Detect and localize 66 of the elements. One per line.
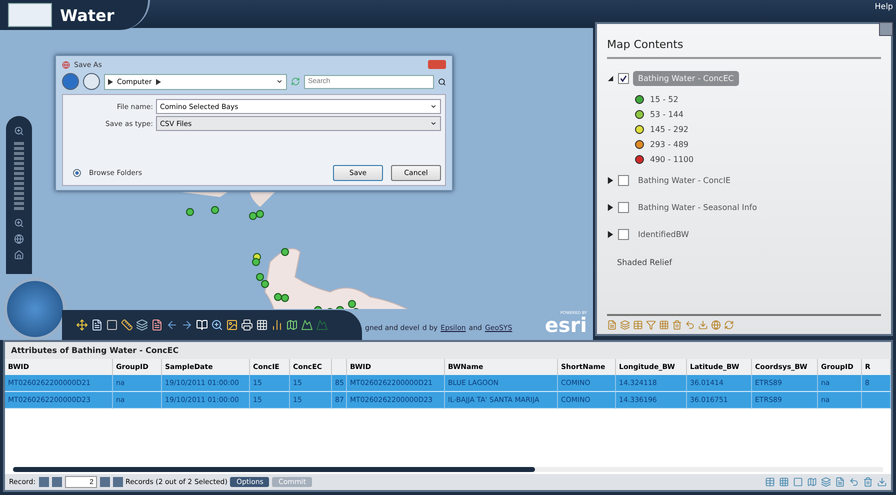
trash-icon[interactable]	[863, 477, 873, 487]
expand-arrow-icon[interactable]	[607, 75, 614, 82]
arrow-icon	[156, 78, 161, 84]
layer-item[interactable]: IdentifiedBW	[633, 227, 694, 242]
caret-icon[interactable]	[276, 78, 283, 85]
help-link[interactable]: Help	[872, 0, 896, 13]
book-icon[interactable]	[196, 319, 208, 331]
table-cell	[862, 392, 891, 409]
scrollbar-thumb[interactable]	[13, 467, 535, 472]
expand-arrow-icon[interactable]	[607, 231, 614, 238]
last-button[interactable]	[112, 477, 123, 487]
back-button[interactable]	[62, 73, 79, 90]
layers-icon[interactable]	[821, 477, 831, 487]
layer-checkbox[interactable]	[618, 175, 629, 186]
legend-label: 53 - 144	[650, 110, 684, 119]
layer-checkbox[interactable]	[618, 202, 629, 213]
filter-icon[interactable]	[646, 320, 656, 330]
page-icon[interactable]	[151, 319, 163, 331]
expand-arrow-icon[interactable]	[607, 204, 614, 211]
first-button[interactable]	[38, 477, 49, 487]
caret-icon[interactable]	[430, 103, 437, 110]
layer-checkbox[interactable]	[618, 73, 629, 84]
bar-chart-icon[interactable]	[271, 319, 283, 331]
trash-icon[interactable]	[672, 320, 682, 330]
table-icon[interactable]	[765, 477, 775, 487]
pan-icon[interactable]	[76, 319, 88, 331]
panel-toggle-button[interactable]	[879, 22, 893, 36]
square-icon[interactable]	[106, 319, 118, 331]
undo-icon[interactable]	[849, 477, 859, 487]
legend-label: 145 - 292	[650, 125, 689, 134]
table-icon[interactable]	[633, 320, 643, 330]
zoom-bar[interactable]	[6, 116, 32, 274]
forward-arrow-icon[interactable]	[181, 319, 193, 331]
forward-button[interactable]	[83, 73, 100, 90]
browser-icon	[62, 60, 70, 68]
layer-item[interactable]: Bathing Water - Seasonal Info	[633, 200, 762, 215]
refresh-icon[interactable]	[724, 320, 734, 330]
caret-icon[interactable]	[430, 120, 437, 127]
layers-icon[interactable]	[136, 319, 148, 331]
map-icon[interactable]	[286, 319, 298, 331]
back-arrow-icon[interactable]	[166, 319, 178, 331]
legend-label: 15 - 52	[650, 95, 678, 104]
layer-checkbox[interactable]	[618, 229, 629, 240]
download-icon[interactable]	[877, 477, 887, 487]
legend-label: 293 - 489	[650, 140, 689, 149]
basemap-label[interactable]: Shaded Relief	[617, 258, 672, 267]
arrow-icon	[108, 78, 113, 84]
previous-button[interactable]	[52, 477, 62, 487]
globe-icon[interactable]	[711, 320, 721, 330]
ruler-icon[interactable]	[121, 319, 133, 331]
app-title: Water	[60, 6, 114, 24]
expand-arrow-icon[interactable]	[607, 177, 614, 184]
radio-icon[interactable]	[73, 169, 81, 177]
panel-title: Map Contents	[607, 34, 881, 59]
app-logo	[8, 3, 52, 27]
picture-icon[interactable]	[226, 319, 238, 331]
undo-icon[interactable]	[685, 320, 695, 330]
next-button[interactable]	[100, 477, 110, 487]
table-title: Attributes of Bathing Water - ConcEC	[5, 342, 891, 359]
printer-icon[interactable]	[241, 319, 253, 331]
magnifier-icon[interactable]	[211, 319, 223, 331]
download-icon[interactable]	[698, 320, 708, 330]
search-icon	[438, 78, 446, 86]
mountain-icon[interactable]	[301, 319, 313, 331]
layer-item[interactable]: Bathing Water - ConcIE	[633, 173, 736, 188]
legend-label: 490 - 1100	[650, 155, 694, 164]
